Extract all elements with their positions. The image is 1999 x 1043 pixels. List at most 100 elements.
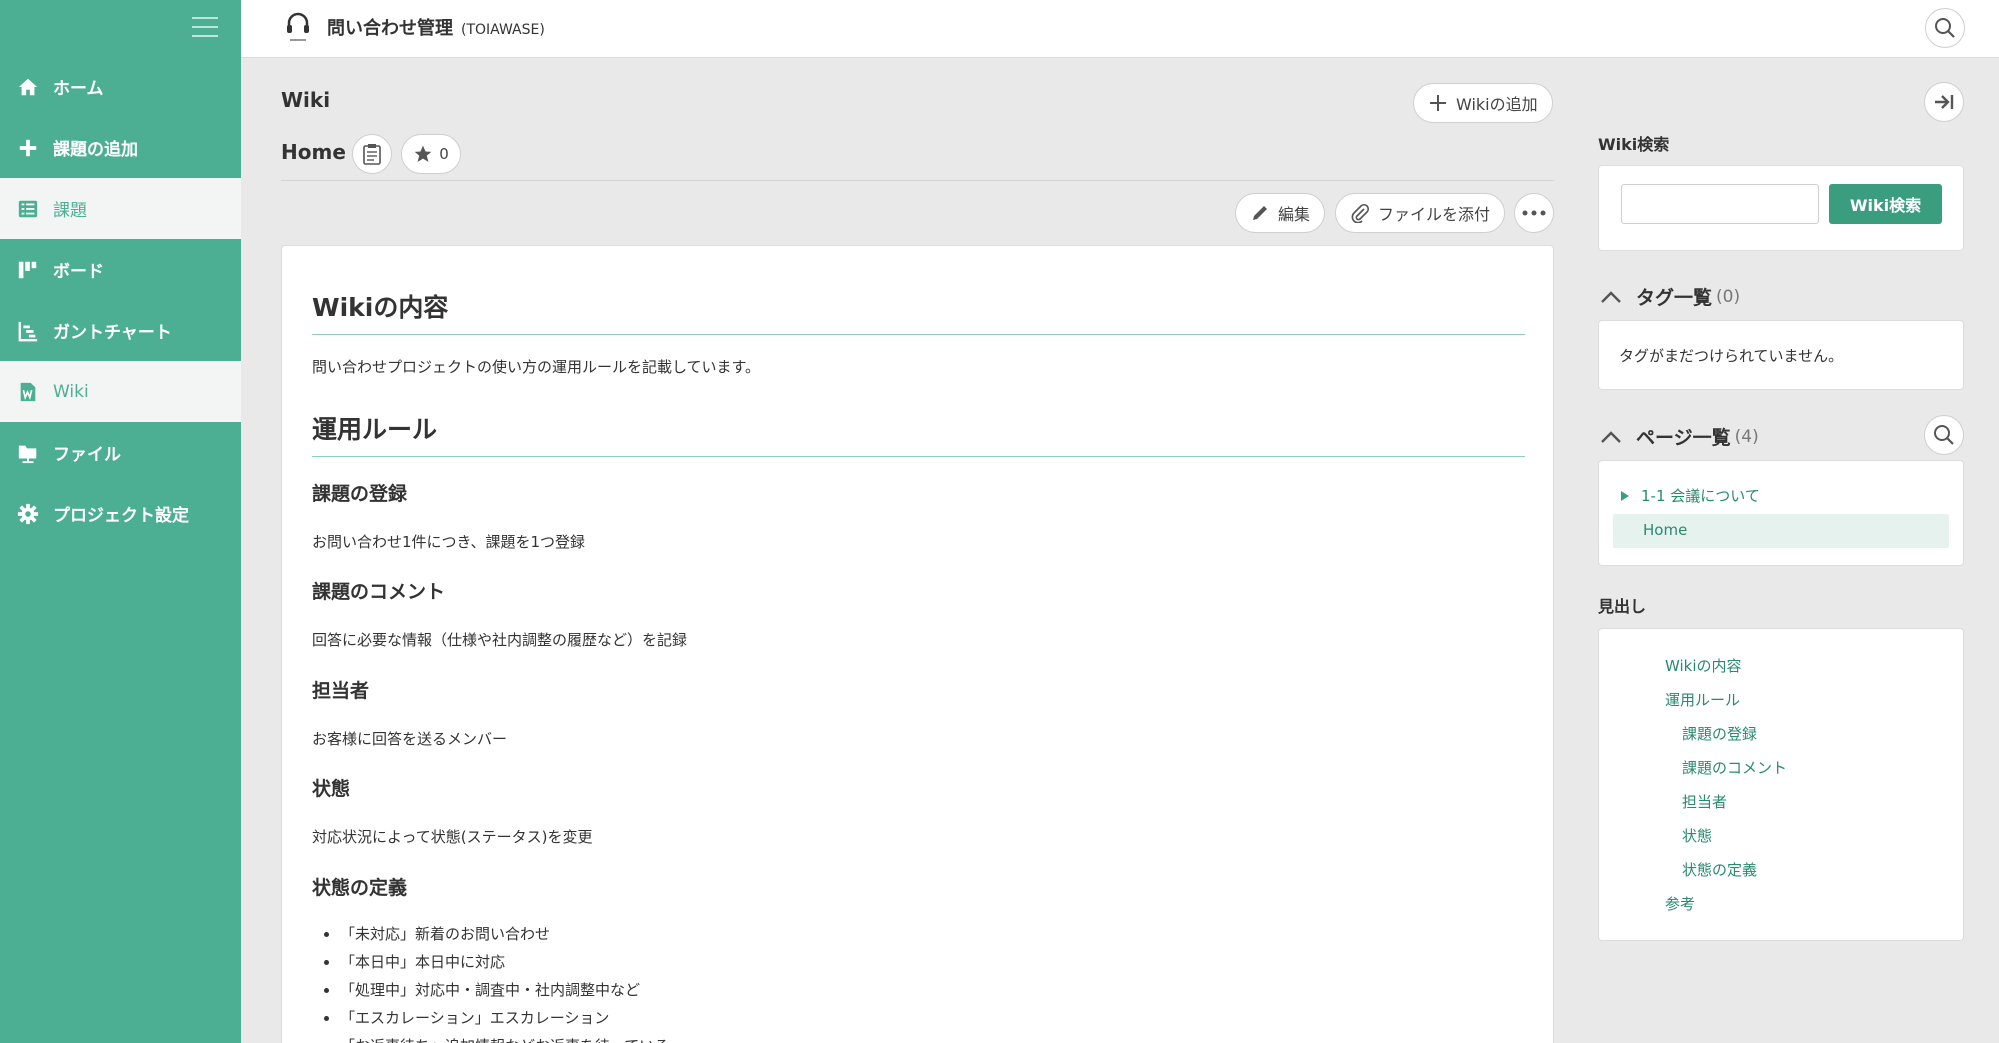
list-item: 「処理中」対応中・調査中・社内調整中など xyxy=(340,976,669,1004)
home-icon xyxy=(16,75,40,99)
sidebar-item-issues[interactable]: 課題 xyxy=(0,178,241,239)
gantt-icon xyxy=(16,319,40,343)
sidebar-top xyxy=(0,0,241,56)
gear-icon xyxy=(16,502,40,526)
sidebar-item-label: 課題の追加 xyxy=(53,140,138,160)
project-name: 問い合わせ管理 xyxy=(327,18,453,39)
sidebar-item-label: ホーム xyxy=(53,79,104,99)
sidebar-item-settings[interactable]: プロジェクト設定 xyxy=(0,483,241,544)
sidebar-item-label: ボード xyxy=(53,262,104,282)
collapse-right-icon xyxy=(1935,95,1954,109)
heading-wiki-contents: Wikiの内容 xyxy=(312,288,1525,335)
collapse-panel-button[interactable] xyxy=(1924,82,1964,122)
comment-text: 回答に必要な情報（仕様や社内調整の履歴など）を記録 xyxy=(312,631,688,649)
star-button[interactable]: 0 xyxy=(401,134,461,174)
page-link[interactable]: 1-1 会議について xyxy=(1641,485,1760,506)
page-search-button[interactable] xyxy=(1924,415,1964,455)
search-icon xyxy=(1934,425,1954,445)
toc-item[interactable]: 課題のコメント xyxy=(1682,757,1787,778)
tags-count: (0) xyxy=(1716,286,1741,307)
chevron-up-icon xyxy=(1601,290,1621,303)
more-dots-icon xyxy=(1522,210,1546,216)
pages-label: ページ一覧 xyxy=(1636,427,1731,449)
sidebar-item-label: プロジェクト設定 xyxy=(53,506,189,526)
status-list: 「未対応」新着のお問い合わせ 「本日中」本日中に対応 「処理中」対応中・調査中・… xyxy=(340,920,669,1043)
page-link[interactable]: Home xyxy=(1643,521,1687,539)
list-item: 「本日中」本日中に対応 xyxy=(340,948,669,976)
search-icon xyxy=(1935,18,1955,38)
toc-item[interactable]: 運用ルール xyxy=(1665,689,1740,710)
pages-panel: 1-1 会議について Home xyxy=(1598,460,1964,566)
status-text: 対応状況によって状態(ステータス)を変更 xyxy=(312,828,593,846)
heading-register: 課題の登録 xyxy=(312,483,408,505)
headset-icon xyxy=(284,10,312,44)
caret-right-icon[interactable] xyxy=(1619,490,1631,502)
wiki-content: Wikiの内容 問い合わせプロジェクトの使い方の運用ルールを記載しています。 運… xyxy=(281,245,1554,1043)
sidebar-item-home[interactable]: ホーム xyxy=(0,56,241,117)
list-icon xyxy=(16,197,40,221)
tags-empty-text: タグがまだつけられていません。 xyxy=(1619,347,1844,365)
star-icon xyxy=(414,145,432,162)
register-text: お問い合わせ1件につき、課題を1つ登録 xyxy=(312,533,586,551)
toc-item[interactable]: 状態の定義 xyxy=(1682,859,1757,880)
wiki-search-panel: Wiki検索 xyxy=(1598,165,1964,251)
plus-icon xyxy=(1430,95,1446,111)
toc-item[interactable]: Wikiの内容 xyxy=(1665,655,1742,676)
paperclip-icon xyxy=(1351,203,1370,223)
sidebar-item-label: 課題 xyxy=(53,201,87,221)
tags-section-header[interactable]: タグ一覧 (0) xyxy=(1600,283,1740,310)
sidebar-item-wiki[interactable]: Wiki xyxy=(0,361,241,422)
toc-item[interactable]: 参考 xyxy=(1665,893,1695,914)
wiki-search-button[interactable]: Wiki検索 xyxy=(1829,184,1942,224)
sidebar-item-label: ガントチャート xyxy=(53,323,172,343)
intro-text: 問い合わせプロジェクトの使い方の運用ルールを記載しています。 xyxy=(312,358,761,376)
edit-label: 編集 xyxy=(1278,205,1311,224)
sidebar: ホーム 課題の追加 課題 ボード ガントチャート Wiki ファイル プロジェク… xyxy=(0,0,241,1043)
heading-status: 状態 xyxy=(312,778,351,800)
pages-section-header[interactable]: ページ一覧 (4) xyxy=(1600,423,1759,450)
wiki-icon xyxy=(16,380,40,404)
wiki-search-label: Wiki検索 xyxy=(1598,135,1670,154)
sidebar-item-board[interactable]: ボード xyxy=(0,239,241,300)
sidebar-item-add-issue[interactable]: 課題の追加 xyxy=(0,117,241,178)
heading-comment: 課題のコメント xyxy=(312,581,446,603)
sidebar-item-label: Wiki xyxy=(53,381,89,402)
heading-assignee: 担当者 xyxy=(312,680,370,702)
sidebar-item-files[interactable]: ファイル xyxy=(0,422,241,483)
assignee-text: お客様に回答を送るメンバー xyxy=(312,730,508,748)
wiki-search-input[interactable] xyxy=(1621,184,1819,224)
page-tree-item[interactable]: 1-1 会議について xyxy=(1619,485,1760,506)
plus-icon xyxy=(16,136,40,160)
title-divider xyxy=(281,180,1554,181)
list-item: 「お返事待ち」追加情報などお返事を待っている xyxy=(340,1032,669,1043)
tags-label: タグ一覧 xyxy=(1636,287,1713,309)
board-icon xyxy=(16,258,40,282)
toc-item[interactable]: 担当者 xyxy=(1682,791,1727,812)
attach-file-button[interactable]: ファイルを添付 xyxy=(1335,193,1506,233)
edit-button[interactable]: 編集 xyxy=(1235,193,1326,233)
toc-panel: Wikiの内容 運用ルール 課題の登録 課題のコメント 担当者 状態 状態の定義… xyxy=(1598,628,1964,941)
project-title[interactable]: 問い合わせ管理 (TOIAWASE) xyxy=(327,14,545,40)
chevron-up-icon xyxy=(1601,430,1621,443)
sidebar-item-gantt[interactable]: ガントチャート xyxy=(0,300,241,361)
project-key: (TOIAWASE) xyxy=(461,22,545,38)
wiki-page-name: Home xyxy=(281,140,346,164)
star-count: 0 xyxy=(439,145,449,163)
page-title: Wiki xyxy=(281,88,331,112)
clipboard-icon xyxy=(363,144,381,165)
toc-item[interactable]: 状態 xyxy=(1682,825,1712,846)
add-wiki-button[interactable]: Wikiの追加 xyxy=(1413,83,1553,123)
tags-panel: タグがまだつけられていません。 xyxy=(1598,320,1964,390)
copy-page-button[interactable] xyxy=(352,134,392,174)
more-actions-button[interactable] xyxy=(1514,193,1554,233)
pages-count: (4) xyxy=(1734,426,1759,447)
add-wiki-label: Wikiの追加 xyxy=(1456,95,1538,114)
folder-icon xyxy=(16,441,40,465)
page-tree-item-selected[interactable]: Home xyxy=(1613,514,1949,548)
toc-item[interactable]: 課題の登録 xyxy=(1682,723,1757,744)
heading-rules: 運用ルール xyxy=(312,410,1525,457)
top-header: 問い合わせ管理 (TOIAWASE) xyxy=(241,0,1999,58)
global-search-button[interactable] xyxy=(1925,8,1965,48)
menu-toggle-icon[interactable] xyxy=(192,17,218,39)
list-item: 「未対応」新着のお問い合わせ xyxy=(340,920,669,948)
